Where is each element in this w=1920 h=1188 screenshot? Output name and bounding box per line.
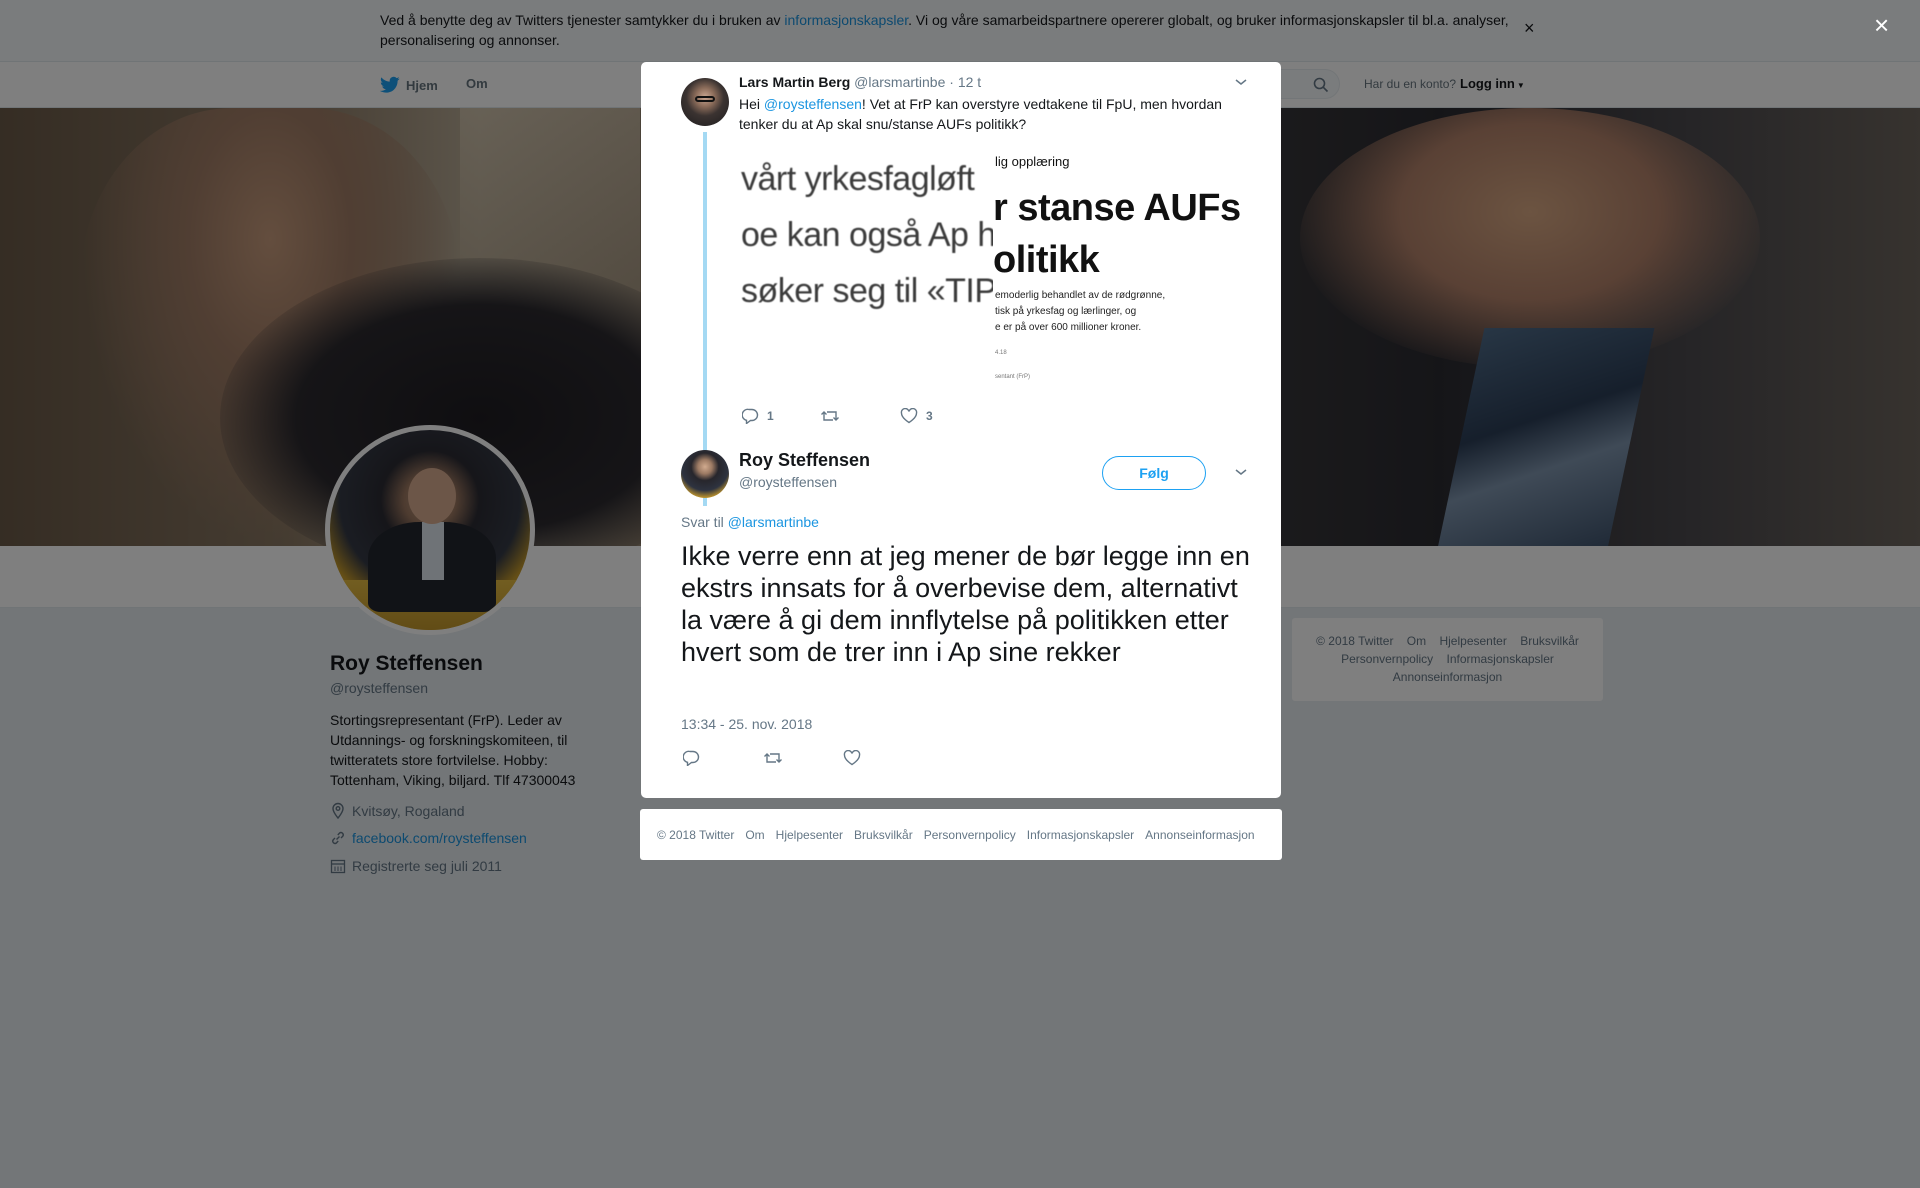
parent-like-count: 3 xyxy=(926,409,933,423)
parent-tweet-mention[interactable]: @roysteffensen xyxy=(764,96,862,112)
parent-tweet-time[interactable]: · 12 t xyxy=(949,74,981,90)
media-small-text-1: 4.18 xyxy=(995,350,1007,356)
modal-footer-cookies[interactable]: Informasjonskapsler xyxy=(1027,828,1134,842)
media-kicker: lig opplæring xyxy=(995,154,1070,169)
main-tweet-avatar[interactable] xyxy=(681,450,729,498)
media-left-line-3: søker seg til «TIP xyxy=(741,272,997,310)
media-lead: emoderlig behandlet av de rødgrønne, tisk… xyxy=(995,288,1165,336)
parent-tweet-header: Lars Martin Berg @larsmartinbe · 12 t xyxy=(739,74,981,90)
retweet-icon xyxy=(764,753,782,763)
heart-icon xyxy=(843,750,861,766)
media-image-right: lig opplæring r stanse AUFs olitikk emode… xyxy=(993,148,1249,402)
parent-tweet-menu-chevron-icon[interactable] xyxy=(1234,76,1248,90)
main-tweet-text: Ikke verre enn at jeg mener de bør legge… xyxy=(681,541,1250,667)
tweet-permalink-modal: Lars Martin Berg @larsmartinbe · 12 t He… xyxy=(641,62,1281,798)
reply-context-label: Svar til xyxy=(681,514,728,530)
parent-tweet-text: Hei @roysteffensen! Vet at FrP kan overs… xyxy=(739,94,1249,134)
media-left-line-2: oe kan også Ap h xyxy=(741,216,996,254)
parent-tweet-actions: 1 3 xyxy=(742,408,933,424)
parent-reply-button[interactable]: 1 xyxy=(742,408,820,424)
parent-tweet-media[interactable]: vårt yrkesfagløft oe kan også Ap h søker… xyxy=(739,148,1249,402)
parent-like-button[interactable]: 3 xyxy=(900,408,933,424)
media-headline-line-2: olitikk xyxy=(993,239,1100,281)
modal-footer-copyright: © 2018 Twitter xyxy=(657,827,735,842)
media-lead-line-1: emoderlig behandlet av de rødgrønne, xyxy=(995,290,1166,301)
retweet-icon xyxy=(821,411,839,421)
parent-tweet-text-before: Hei xyxy=(739,96,764,112)
media-image-left: vårt yrkesfagløft oe kan også Ap h søker… xyxy=(739,148,997,402)
modal-footer-privacy[interactable]: Personvernpolicy xyxy=(924,828,1016,842)
parent-tweet-author-name[interactable]: Lars Martin Berg xyxy=(739,74,850,90)
reply-icon xyxy=(742,408,759,424)
reply-context: Svar til @larsmartinbe xyxy=(681,514,819,530)
parent-tweet-author-handle[interactable]: @larsmartinbe xyxy=(854,74,945,90)
main-tweet-author-name[interactable]: Roy Steffensen xyxy=(739,450,870,471)
main-tweet-author-handle[interactable]: @roysteffensen xyxy=(739,474,837,490)
parent-reply-count: 1 xyxy=(767,409,774,423)
main-tweet-menu-chevron-icon[interactable] xyxy=(1234,466,1248,480)
follow-button[interactable]: Følg xyxy=(1102,456,1206,490)
reply-icon xyxy=(683,750,700,766)
modal-footer-terms[interactable]: Bruksvilkår xyxy=(854,828,913,842)
media-small-text-2: sentant (FrP) xyxy=(995,374,1031,380)
heart-icon xyxy=(900,408,918,424)
modal-footer-help[interactable]: Hjelpesenter xyxy=(776,828,843,842)
close-icon[interactable]: × xyxy=(1874,12,1889,38)
parent-tweet-avatar[interactable] xyxy=(681,78,729,126)
main-like-button[interactable] xyxy=(843,750,861,766)
modal-footer-ads[interactable]: Annonseinformasjon xyxy=(1145,828,1254,842)
main-tweet-actions xyxy=(683,750,861,766)
main-tweet-timestamp[interactable]: 13:34 - 25. nov. 2018 xyxy=(681,716,812,732)
main-reply-button[interactable] xyxy=(683,750,763,766)
main-retweet-button[interactable] xyxy=(763,750,843,766)
media-headline: r stanse AUFs olitikk xyxy=(993,182,1241,286)
media-lead-line-2: tisk på yrkesfag og lærlinger, og xyxy=(995,306,1137,317)
parent-retweet-button[interactable] xyxy=(820,408,900,424)
media-lead-line-3: e er på over 600 millioner kroner. xyxy=(995,322,1142,333)
modal-footer-about[interactable]: Om xyxy=(745,828,764,842)
modal-footer: © 2018 Twitter Om Hjelpesenter Bruksvilk… xyxy=(640,809,1282,860)
media-left-line-1: vårt yrkesfagløft xyxy=(741,160,975,198)
reply-context-mention[interactable]: @larsmartinbe xyxy=(728,514,819,530)
media-headline-line-1: r stanse AUFs xyxy=(993,187,1241,229)
